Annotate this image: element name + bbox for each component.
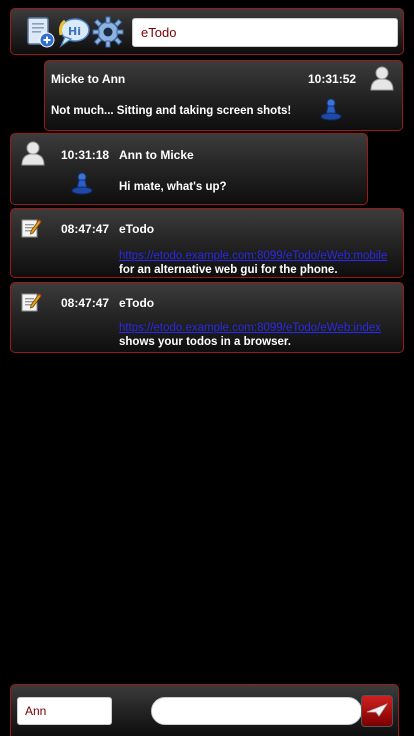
message-from: Micke to Ann [51, 72, 126, 86]
top-toolbar: Hi [10, 8, 404, 55]
message-input[interactable] [151, 697, 362, 725]
message-from: eTodo [119, 222, 155, 236]
message-item: 08:47:47 eTodo https://etodo.example.com… [10, 208, 404, 278]
message-time: 08:47:47 [61, 296, 110, 310]
message-item: Micke to Ann 10:31:52 Not much... Sittin… [44, 60, 403, 131]
note-pencil-icon [20, 291, 42, 313]
message-body: https://etodo.example.com:8099/eTodo/eWe… [119, 249, 401, 277]
blue-cone-icon [320, 97, 342, 121]
message-time: 10:31:18 [61, 148, 110, 162]
message-text: shows your todos in a browser. [119, 336, 291, 348]
send-button[interactable] [361, 695, 393, 727]
search-input[interactable] [132, 18, 398, 47]
svg-text:Hi: Hi [68, 25, 81, 38]
new-task-icon[interactable] [23, 15, 57, 49]
message-link[interactable]: https://etodo.example.com:8099/eTodo/eWe… [119, 321, 401, 335]
message-body: https://etodo.example.com:8099/eTodo/eWe… [119, 321, 401, 349]
message-text: for an alternative web gui for the phone… [119, 264, 338, 276]
chat-bubble-icon[interactable]: Hi [57, 15, 91, 49]
message-from: Ann to Micke [119, 148, 194, 162]
message-text: Hi mate, what's up? [119, 181, 227, 193]
message-item: 08:47:47 eTodo https://etodo.example.com… [10, 282, 404, 353]
user-avatar-icon [370, 65, 394, 91]
message-item: 10:31:18 Ann to Micke Hi mate, what's up… [10, 133, 368, 205]
compose-bar [10, 684, 399, 736]
message-time: 08:47:47 [61, 222, 110, 236]
user-avatar-icon [21, 140, 45, 166]
gear-icon[interactable] [91, 15, 125, 49]
message-from: eTodo [119, 296, 155, 310]
blue-cone-icon [71, 171, 93, 195]
message-link[interactable]: https://etodo.example.com:8099/eTodo/eWe… [119, 249, 401, 263]
message-time: 10:31:52 [308, 72, 357, 86]
note-pencil-icon [20, 217, 42, 239]
recipient-input[interactable] [17, 697, 112, 725]
message-text: Not much... Sitting and taking screen sh… [51, 105, 292, 117]
paper-plane-icon [365, 702, 389, 723]
